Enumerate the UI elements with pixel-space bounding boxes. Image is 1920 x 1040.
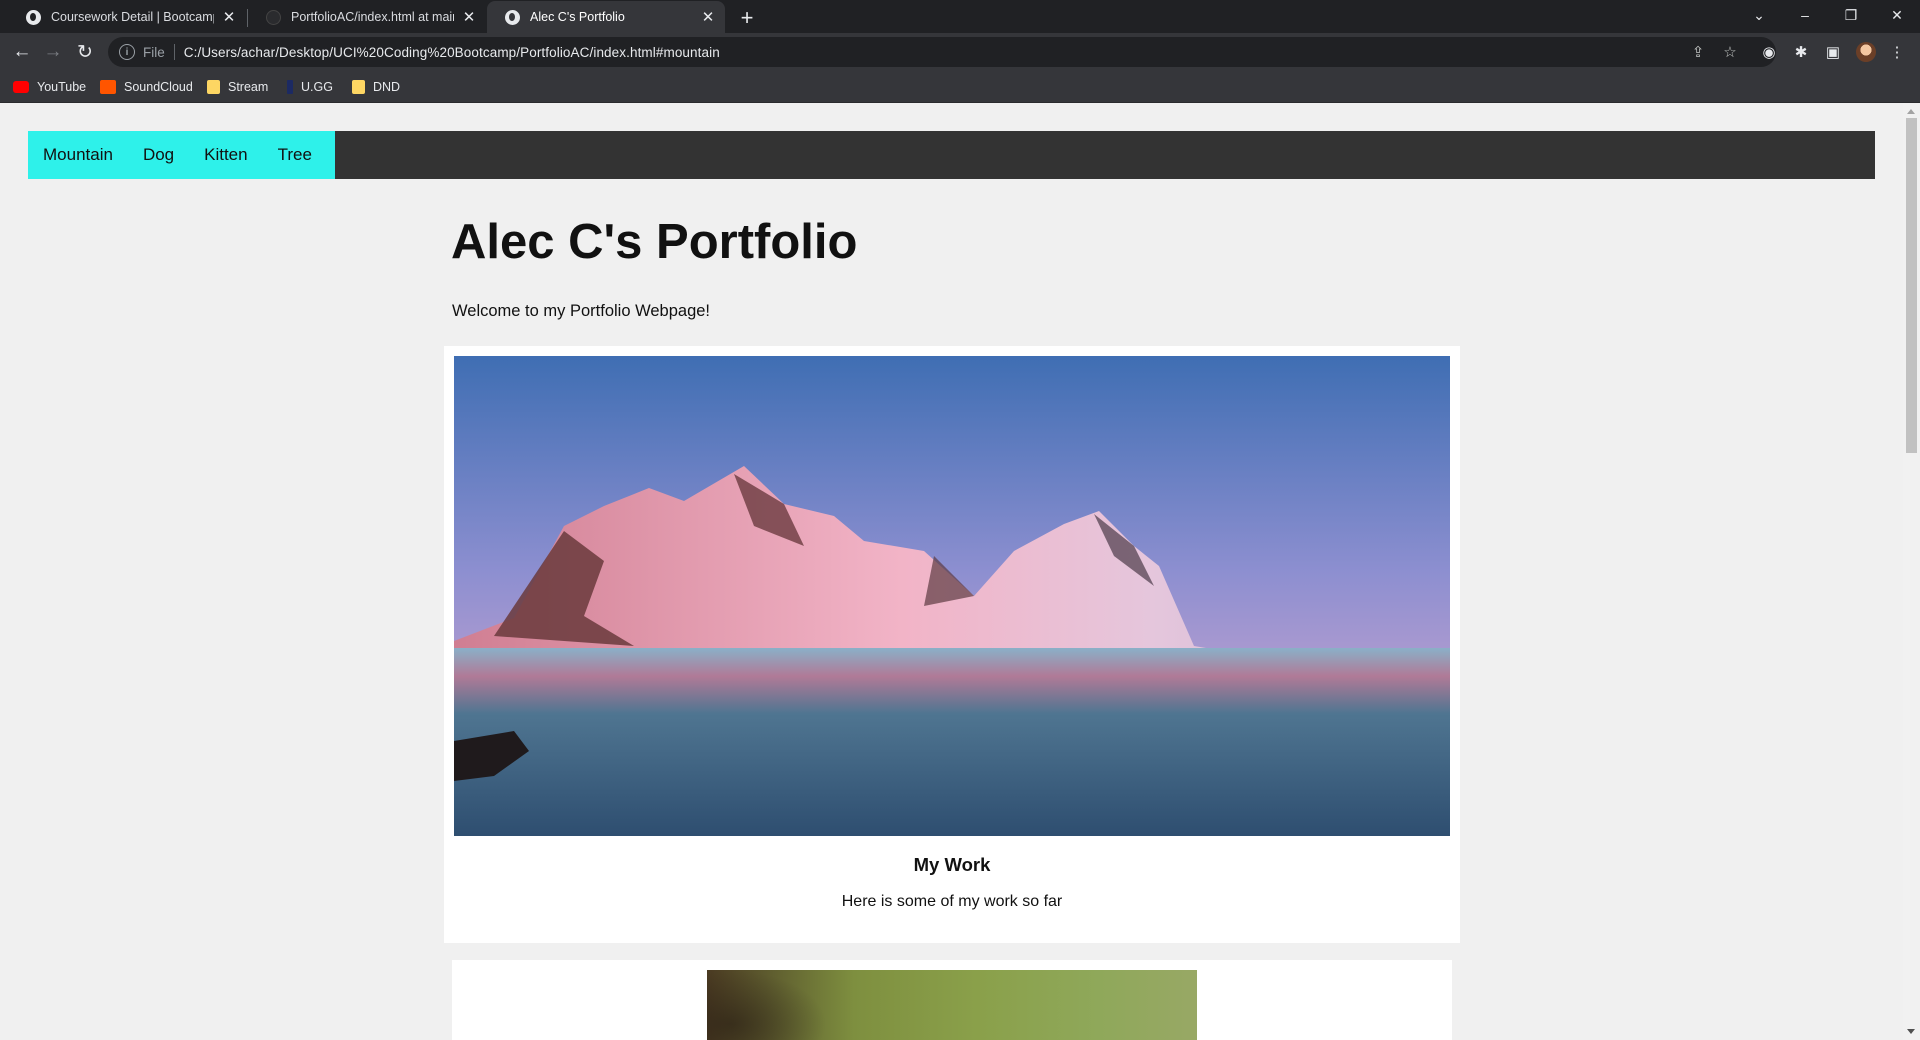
nav-link-kitten[interactable]: Kitten	[189, 131, 262, 179]
address-bar[interactable]: i File C:/Users/achar/Desktop/UCI%20Codi…	[108, 37, 1776, 67]
bookmark-label: U.GG	[301, 80, 333, 94]
nav-link-mountain[interactable]: Mountain	[28, 131, 128, 179]
new-tab-icon[interactable]: +	[734, 5, 760, 31]
extensions-puzzle-icon[interactable]: ✱	[1787, 38, 1815, 66]
share-icon[interactable]: ⇪	[1685, 37, 1711, 67]
back-icon[interactable]: ←	[8, 38, 36, 66]
dog-section	[452, 960, 1452, 1040]
scroll-thumb[interactable]	[1906, 118, 1917, 453]
dog-image	[707, 970, 1197, 1040]
github-icon	[266, 9, 281, 25]
browser-toolbar: ← → ↻ i File C:/Users/achar/Desktop/UCI%…	[0, 33, 1920, 71]
bookmark-label: SoundCloud	[124, 80, 193, 94]
bookmark-dnd[interactable]: DND	[352, 78, 400, 96]
tab-title: Alec C's Portfolio	[530, 10, 625, 24]
tab-title: PortfolioAC/index.html at main ·	[291, 10, 454, 24]
page-title: Alec C's Portfolio	[451, 215, 858, 269]
tab-title: Coursework Detail | Bootcamp Sp	[51, 10, 214, 24]
info-icon[interactable]: i	[119, 44, 135, 60]
tab-strip: Coursework Detail | Bootcamp Sp ✕ Portfo…	[0, 0, 1920, 33]
mountain-image	[454, 356, 1450, 836]
bookmark-label: Stream	[228, 80, 269, 94]
tab-search-icon[interactable]: ⌄	[1736, 0, 1782, 30]
scroll-down-arrow-icon[interactable]	[1907, 1029, 1915, 1034]
globe-icon	[505, 9, 520, 25]
extension-lightbulb-icon[interactable]: ◉	[1755, 38, 1783, 66]
page-viewport: Mountain Dog Kitten Tree Alec C's Portfo…	[0, 103, 1903, 1040]
intro-text: Welcome to my Portfolio Webpage!	[452, 302, 711, 320]
nav-link-dog[interactable]: Dog	[128, 131, 189, 179]
nav-link-tree[interactable]: Tree	[263, 131, 327, 179]
youtube-icon	[13, 81, 29, 93]
profile-avatar[interactable]	[1856, 42, 1876, 62]
restore-icon[interactable]: ❐	[1828, 0, 1874, 30]
bookmark-stream[interactable]: Stream	[207, 78, 268, 96]
tab-coursework[interactable]: Coursework Detail | Bootcamp Sp ✕	[8, 1, 246, 33]
site-navbar: Mountain Dog Kitten Tree	[28, 131, 1875, 179]
tab-github[interactable]: PortfolioAC/index.html at main · ✕	[248, 1, 486, 33]
side-panel-icon[interactable]: ▣	[1819, 38, 1847, 66]
reload-icon[interactable]: ↻	[71, 38, 99, 66]
bookmark-star-icon[interactable]: ☆	[1717, 37, 1743, 67]
folder-icon	[207, 80, 220, 94]
folder-icon	[352, 80, 365, 94]
ugg-icon	[287, 80, 293, 94]
menu-kebab-icon[interactable]: ⋮	[1883, 38, 1911, 66]
bookmark-youtube[interactable]: YouTube	[13, 78, 86, 96]
bookmarks-bar: YouTube SoundCloud Stream U.GG DND	[0, 71, 1920, 103]
section-text: Here is some of my work so far	[841, 893, 1063, 910]
divider	[173, 44, 175, 60]
url-text[interactable]: C:/Users/achar/Desktop/UCI%20Coding%20Bo…	[184, 45, 720, 60]
close-icon[interactable]: ✕	[460, 8, 478, 26]
close-window-icon[interactable]: ✕	[1874, 0, 1920, 30]
url-scheme: File	[143, 44, 165, 60]
page-scrollbar[interactable]	[1903, 103, 1920, 1040]
bookmark-soundcloud[interactable]: SoundCloud	[100, 78, 193, 96]
bookmark-label: DND	[373, 80, 401, 94]
close-icon[interactable]: ✕	[220, 8, 238, 26]
bookmark-label: YouTube	[37, 80, 87, 94]
soundcloud-icon	[100, 80, 116, 94]
minimize-icon[interactable]: –	[1782, 0, 1828, 30]
tab-portfolio[interactable]: Alec C's Portfolio ✕	[487, 1, 725, 33]
close-icon[interactable]: ✕	[699, 8, 717, 26]
globe-icon	[26, 9, 41, 25]
section-heading: My Work	[913, 854, 991, 875]
bookmark-ugg[interactable]: U.GG	[287, 78, 333, 96]
scroll-up-arrow-icon[interactable]	[1907, 109, 1915, 114]
nav-links: Mountain Dog Kitten Tree	[28, 131, 335, 179]
mountain-section: My Work Here is some of my work so far	[444, 346, 1460, 943]
forward-icon[interactable]: →	[39, 38, 67, 66]
